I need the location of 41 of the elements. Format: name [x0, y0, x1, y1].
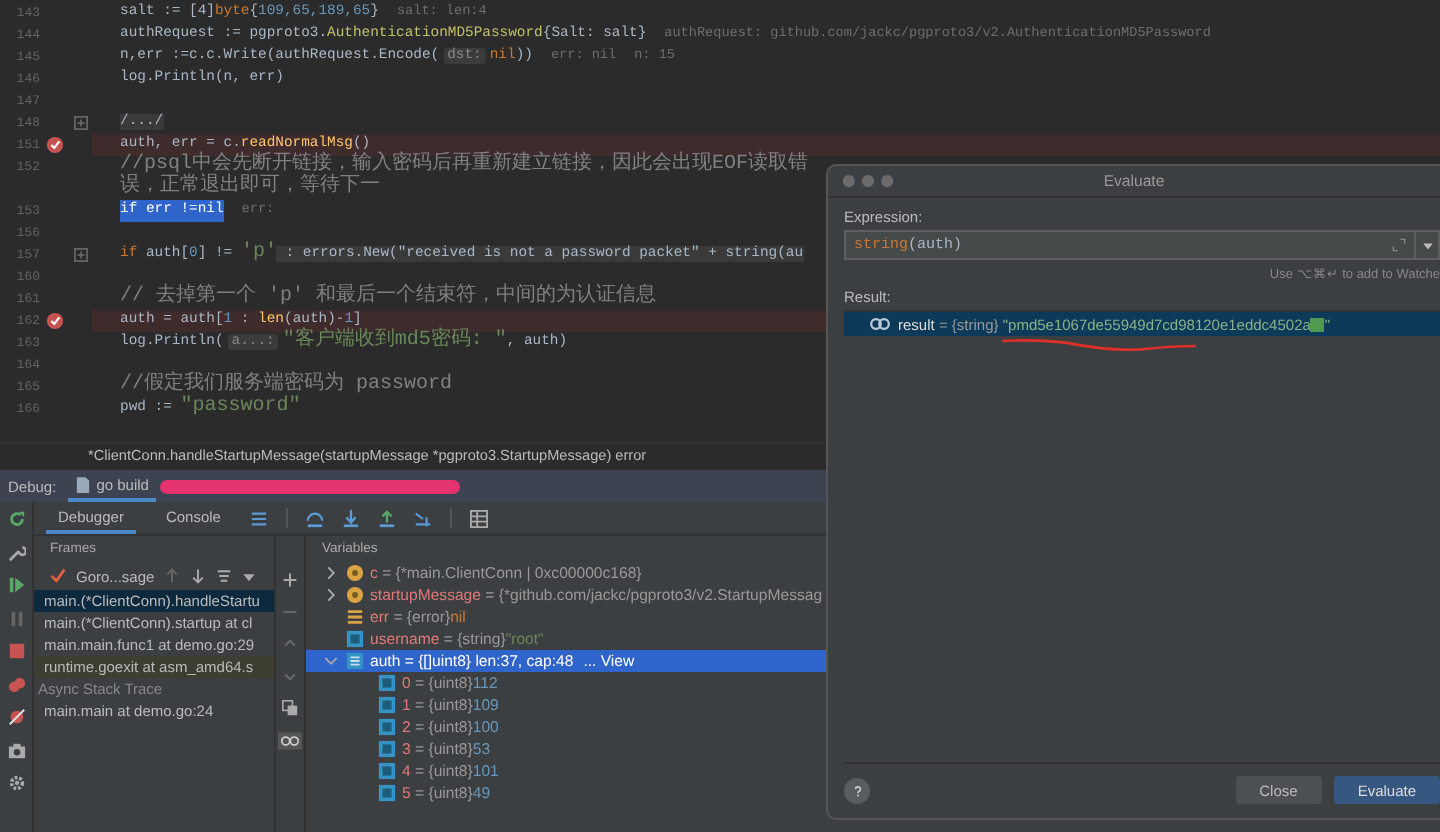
add-icon[interactable] — [282, 572, 298, 588]
code-line: //psql中会先断开链接，输入密码后再重新建立链接，因此会出现EOF读取错误，正常退出即可，等待下一 — [120, 156, 811, 200]
file-icon — [76, 475, 91, 493]
mute-breakpoints-icon[interactable] — [7, 708, 25, 726]
move-up-icon[interactable] — [282, 636, 298, 652]
move-down-icon[interactable] — [282, 668, 298, 684]
down-arrow-icon[interactable] — [190, 568, 207, 584]
window-controls-icon[interactable] — [840, 174, 896, 188]
wrench-icon[interactable] — [7, 543, 25, 561]
breakpoints-icon[interactable] — [7, 675, 25, 693]
rerun-icon[interactable] — [7, 510, 25, 528]
step-into-icon[interactable] — [342, 509, 361, 527]
breakpoint-icon[interactable] — [45, 136, 63, 154]
breakpoint-icon[interactable] — [45, 312, 63, 330]
check-icon — [50, 568, 66, 584]
step-over-icon[interactable] — [306, 509, 325, 527]
caret-icon[interactable] — [242, 569, 257, 583]
menu-icon[interactable] — [250, 509, 269, 527]
code-line: // 去掉第一个 'p' 和最后一个结束符，中间的为认证信息 — [120, 288, 657, 310]
expand-icon[interactable] — [1392, 238, 1406, 252]
array-icon — [346, 652, 364, 670]
fold-icon[interactable] — [73, 248, 87, 262]
fold-icon[interactable] — [73, 116, 87, 130]
question-icon — [851, 783, 863, 797]
filter-icon[interactable] — [216, 568, 233, 584]
caret-icon — [1421, 239, 1433, 251]
run-to-cursor-icon[interactable] — [414, 509, 433, 527]
help-button[interactable] — [844, 777, 870, 803]
table-icon[interactable] — [470, 509, 489, 527]
variable-icon — [346, 630, 364, 648]
copy-icon[interactable] — [282, 700, 298, 716]
code-line: //假定我们服务端密码为 password — [120, 376, 453, 396]
camera-icon[interactable] — [7, 741, 25, 759]
step-out-icon[interactable] — [378, 509, 397, 527]
watch-icon — [868, 316, 892, 332]
history-dropdown[interactable] — [1416, 230, 1440, 260]
resume-icon[interactable] — [7, 576, 25, 594]
watch-icon[interactable] — [278, 732, 302, 750]
stop-icon[interactable] — [7, 642, 25, 660]
variable-icon — [346, 608, 364, 626]
settings-icon[interactable] — [7, 774, 25, 792]
